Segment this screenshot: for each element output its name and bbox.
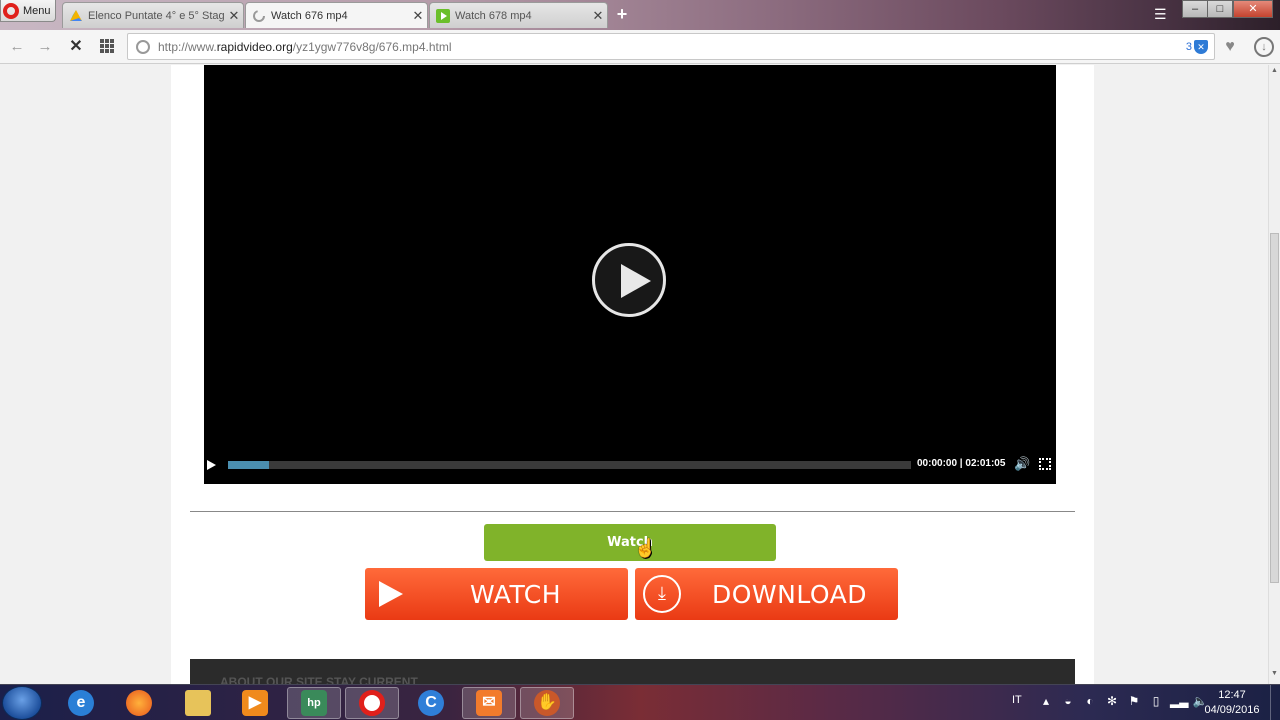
tray-flag-icon[interactable]: ⚑: [1126, 694, 1142, 708]
clock-time: 12:47: [1218, 689, 1246, 701]
tray-power-icon[interactable]: ▯: [1148, 694, 1164, 708]
glove-app-icon[interactable]: ✋: [520, 687, 574, 719]
footer-headings: ABOUT OUR SITE STAY CURRENT: [220, 675, 418, 684]
scroll-thumb[interactable]: [1270, 233, 1279, 583]
play-icon: [379, 581, 403, 607]
show-desktop-button[interactable]: [1270, 685, 1280, 720]
menu-label: Menu: [23, 4, 51, 17]
tray-app-icon[interactable]: ◒: [1060, 694, 1076, 708]
volume-icon[interactable]: 🔊: [1014, 456, 1030, 472]
close-window-button[interactable]: ✕: [1233, 0, 1273, 18]
internet-explorer-icon[interactable]: e: [54, 687, 108, 719]
firefox-icon[interactable]: [112, 687, 166, 719]
network-app-icon[interactable]: C: [404, 687, 458, 719]
tab-menu-icon[interactable]: ☰: [1154, 6, 1170, 22]
heart-icon[interactable]: ♥: [1221, 38, 1239, 56]
hp-app-icon[interactable]: hp: [287, 687, 341, 719]
google-drive-icon: [70, 9, 82, 21]
tab-watch-678[interactable]: Watch 678 mp4 ✕: [429, 2, 608, 28]
system-tray: ▴ ◒ ◐ ✻ ⚑ ▯ ▂▃ 🔈: [1038, 694, 1208, 708]
tray-network-icon[interactable]: ◐: [1082, 694, 1098, 708]
system-clock[interactable]: 12:47 04/09/2016: [1200, 688, 1264, 718]
start-button[interactable]: [2, 686, 42, 720]
watch-button-label: WATCH: [469, 579, 562, 609]
fullscreen-icon[interactable]: [1039, 458, 1051, 470]
close-tab-icon[interactable]: ✕: [409, 8, 427, 24]
page-scrollbar[interactable]: ▲ ▼: [1268, 65, 1280, 684]
signal-icon[interactable]: ▂▃: [1170, 694, 1188, 708]
loading-spinner-icon: [253, 9, 265, 22]
tab-elenco-puntate[interactable]: Elenco Puntate 4° e 5° Stagione ✕: [62, 2, 244, 28]
video-player[interactable]: 00:00:00 | 02:01:05 🔊: [204, 65, 1056, 484]
play-pause-icon[interactable]: [207, 460, 216, 470]
mail-icon[interactable]: ✉: [462, 687, 516, 719]
tab-strip: Menu Elenco Puntate 4° e 5° Stagione ✕ W…: [0, 0, 1280, 30]
url-text[interactable]: http://www.rapidvideo.org/yz1ygw776v8g/6…: [158, 40, 1186, 54]
ad-block-count: 3: [1185, 40, 1192, 53]
content-card: 00:00:00 | 02:01:05 🔊 Watch ☝ WATCH ⤓ DO…: [171, 65, 1094, 684]
opera-icon: [3, 2, 19, 19]
clock-date: 04/09/2016: [1204, 704, 1260, 716]
address-bar[interactable]: http://www.rapidvideo.org/yz1ygw776v8g/6…: [127, 33, 1215, 60]
tab-title: Watch 678 mp4: [455, 9, 532, 22]
file-explorer-icon[interactable]: [171, 687, 225, 719]
big-play-button[interactable]: [592, 243, 666, 317]
media-player-icon[interactable]: ▶: [228, 687, 282, 719]
speed-dial-grid-icon[interactable]: [100, 39, 114, 53]
download-icon[interactable]: ↓: [1254, 37, 1274, 57]
minimize-button[interactable]: –: [1182, 0, 1208, 18]
scroll-up-icon[interactable]: ▲: [1269, 67, 1280, 79]
new-tab-button[interactable]: +: [612, 4, 632, 24]
forward-button[interactable]: →: [35, 37, 55, 57]
download-icon: ⤓: [643, 575, 681, 613]
download-button[interactable]: ⤓ DOWNLOAD: [635, 568, 898, 620]
close-tab-icon[interactable]: ✕: [225, 8, 243, 24]
back-button[interactable]: ←: [7, 37, 27, 57]
shield-icon[interactable]: ✕: [1194, 39, 1208, 54]
watch-small-button[interactable]: Watch: [484, 524, 776, 561]
play-favicon-icon: [436, 8, 450, 23]
section-divider: [190, 511, 1075, 512]
close-tab-icon[interactable]: ✕: [589, 8, 607, 24]
scroll-down-icon[interactable]: ▼: [1269, 670, 1280, 682]
seek-bar[interactable]: [228, 461, 911, 469]
tray-sync-icon[interactable]: ✻: [1104, 694, 1120, 708]
site-footer: ABOUT OUR SITE STAY CURRENT: [190, 659, 1075, 684]
play-icon: [621, 264, 651, 298]
time-readout: 00:00:00 | 02:01:05: [917, 458, 1006, 469]
show-hidden-icons-icon[interactable]: ▴: [1038, 694, 1054, 708]
buffer-fill: [228, 461, 269, 469]
windows-taskbar: e ▶ hp C ✉ ✋ IT ▴ ◒ ◐ ✻ ⚑ ▯ ▂▃ 🔈 12:47 0…: [0, 684, 1280, 720]
hand-cursor-icon: ☝: [634, 538, 657, 558]
download-button-label: DOWNLOAD: [712, 579, 867, 609]
tab-title: Watch 676 mp4: [271, 9, 348, 22]
stop-loading-button[interactable]: ✕: [66, 37, 86, 57]
player-controls: 00:00:00 | 02:01:05 🔊: [204, 454, 1056, 476]
opera-menu-button[interactable]: Menu: [0, 0, 56, 22]
tab-watch-676[interactable]: Watch 676 mp4 ✕: [245, 2, 428, 28]
web-page: 00:00:00 | 02:01:05 🔊 Watch ☝ WATCH ⤓ DO…: [0, 65, 1268, 684]
tab-title: Elenco Puntate 4° e 5° Stagione: [88, 9, 225, 22]
maximize-button[interactable]: □: [1207, 0, 1233, 18]
site-info-icon[interactable]: [136, 39, 150, 54]
browser-toolbar: ← → ✕ http://www.rapidvideo.org/yz1ygw77…: [0, 30, 1280, 64]
opera-taskbar-icon[interactable]: [345, 687, 399, 719]
watch-button[interactable]: WATCH: [365, 568, 628, 620]
language-indicator[interactable]: IT: [1012, 694, 1022, 706]
